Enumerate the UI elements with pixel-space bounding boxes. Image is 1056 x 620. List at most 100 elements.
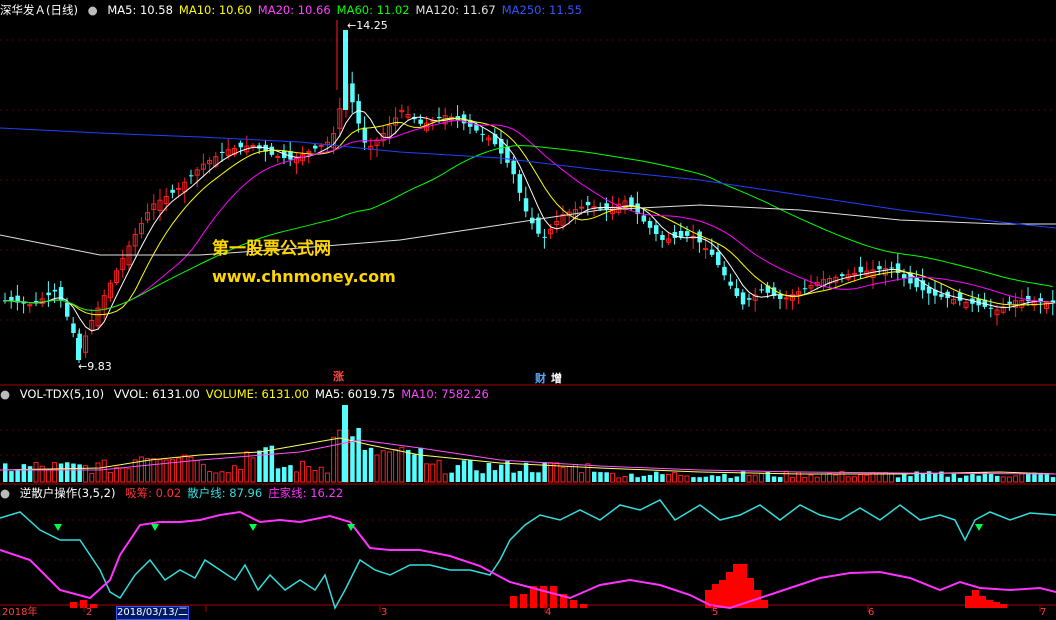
accumulation-bar [740, 564, 747, 608]
volume-bar [616, 477, 622, 483]
accumulation-bar [510, 596, 517, 608]
ma-label-5: MA250: 11.55 [501, 3, 582, 17]
accumulation-bar [965, 596, 972, 608]
volume-bar [833, 474, 839, 483]
volume-bar [1019, 473, 1025, 483]
watermark-url: www.chnmoney.com [212, 267, 396, 286]
accumulation-bar [986, 600, 993, 608]
volume-bar [194, 460, 200, 483]
candle-body [350, 83, 355, 103]
volume-bar [65, 462, 70, 482]
volume-bar [598, 472, 603, 482]
volume-label-2: MA5: 6019.75 [315, 387, 396, 401]
candle-body [356, 101, 361, 124]
panel-toggle-icon[interactable]: ● [0, 486, 10, 500]
volume-bar [523, 462, 529, 482]
volume-bar [71, 463, 76, 482]
volume-bar [722, 473, 727, 482]
candle-body [318, 144, 324, 147]
volume-bar [728, 477, 733, 482]
accumulation-bar [733, 564, 740, 608]
candle-body [437, 116, 442, 119]
volume-bar [89, 472, 95, 483]
stock-name[interactable]: 深华发Ａ(日线) [0, 3, 78, 17]
volume-bar [120, 467, 126, 483]
volume-bar [157, 459, 163, 483]
volume-bar [21, 464, 27, 482]
candle-body [480, 133, 485, 135]
volume-bar [845, 476, 851, 483]
volume-bar [945, 476, 950, 482]
candle-body [939, 294, 944, 297]
volume-bar [746, 475, 752, 483]
volume-bar [200, 463, 206, 483]
volume-bar [820, 473, 826, 483]
volume-bar [293, 471, 299, 483]
stock-chart-canvas[interactable] [0, 0, 1056, 618]
volume-bar [802, 477, 808, 483]
volume-bar [560, 466, 566, 483]
volume-bar [374, 454, 380, 483]
candle-body [902, 274, 907, 279]
candle-body [189, 175, 194, 177]
indicator-label-2: 庄家线: 16.22 [268, 486, 344, 500]
volume-bar [951, 472, 957, 482]
volume-bar [1050, 477, 1056, 482]
volume-bar [827, 473, 833, 483]
volume-bar [610, 472, 616, 483]
volume-bar [269, 445, 275, 482]
ma250-line [0, 127, 1056, 229]
volume-bar [684, 475, 690, 483]
event-marker-increase[interactable]: 增 [551, 370, 562, 386]
volume-bar [45, 469, 51, 483]
volume-bar [52, 462, 58, 483]
candle-body [492, 134, 498, 145]
event-marker-finance[interactable]: 财 [535, 370, 546, 386]
volume-bar [213, 472, 219, 483]
candle-body [709, 249, 715, 255]
volume-bar [703, 476, 709, 482]
volume-bar [933, 473, 938, 482]
volume-bar [988, 474, 994, 482]
panel-toggle-icon[interactable]: ● [0, 387, 10, 401]
accumulation-bar [747, 578, 754, 608]
volume-bar [778, 476, 783, 482]
volume-bar [461, 460, 467, 482]
volume-bar [566, 466, 572, 483]
volume-bar [95, 462, 101, 483]
volume-bar [430, 463, 436, 483]
indicator-panel-title[interactable]: 逆散户操作(3,5,2) [20, 486, 116, 500]
volume-bar [734, 476, 740, 482]
candle-body [889, 267, 895, 269]
ma10-line [4, 117, 1053, 316]
volume-bar [672, 472, 678, 483]
candle-body [734, 288, 740, 296]
volume-bar [839, 471, 845, 483]
volume-bar [238, 468, 244, 483]
candle-body [499, 138, 504, 154]
volume-bar [691, 477, 696, 482]
volume-bar [995, 475, 1000, 482]
accumulation-bar [1000, 604, 1007, 608]
volume-bar [393, 448, 399, 483]
accumulation-bar [719, 580, 726, 608]
volume-bar [318, 466, 324, 483]
candle-body [728, 281, 733, 286]
accumulation-bar [993, 602, 1000, 608]
ma120-line [0, 204, 1056, 256]
volume-bar [33, 462, 39, 483]
buy-signal-marker [975, 524, 983, 531]
candle-body [176, 187, 182, 190]
volume-bar [1013, 475, 1019, 483]
price-panel-header: 深华发Ａ(日线) ● MA5: 10.58 MA10: 10.60 MA20: 10… [0, 2, 594, 18]
candle-body [52, 289, 58, 292]
volume-bar [709, 475, 715, 482]
candle-body [238, 142, 244, 148]
event-marker-rise[interactable]: 涨 [333, 368, 344, 384]
volume-bar [27, 466, 33, 482]
volume-panel-title[interactable]: VOL-TDX(5,10) [20, 387, 104, 401]
volume-bar [641, 475, 647, 482]
period-selector-icon[interactable]: ● [88, 3, 98, 17]
volume-bar [9, 471, 14, 482]
volume-bar [1006, 476, 1012, 483]
